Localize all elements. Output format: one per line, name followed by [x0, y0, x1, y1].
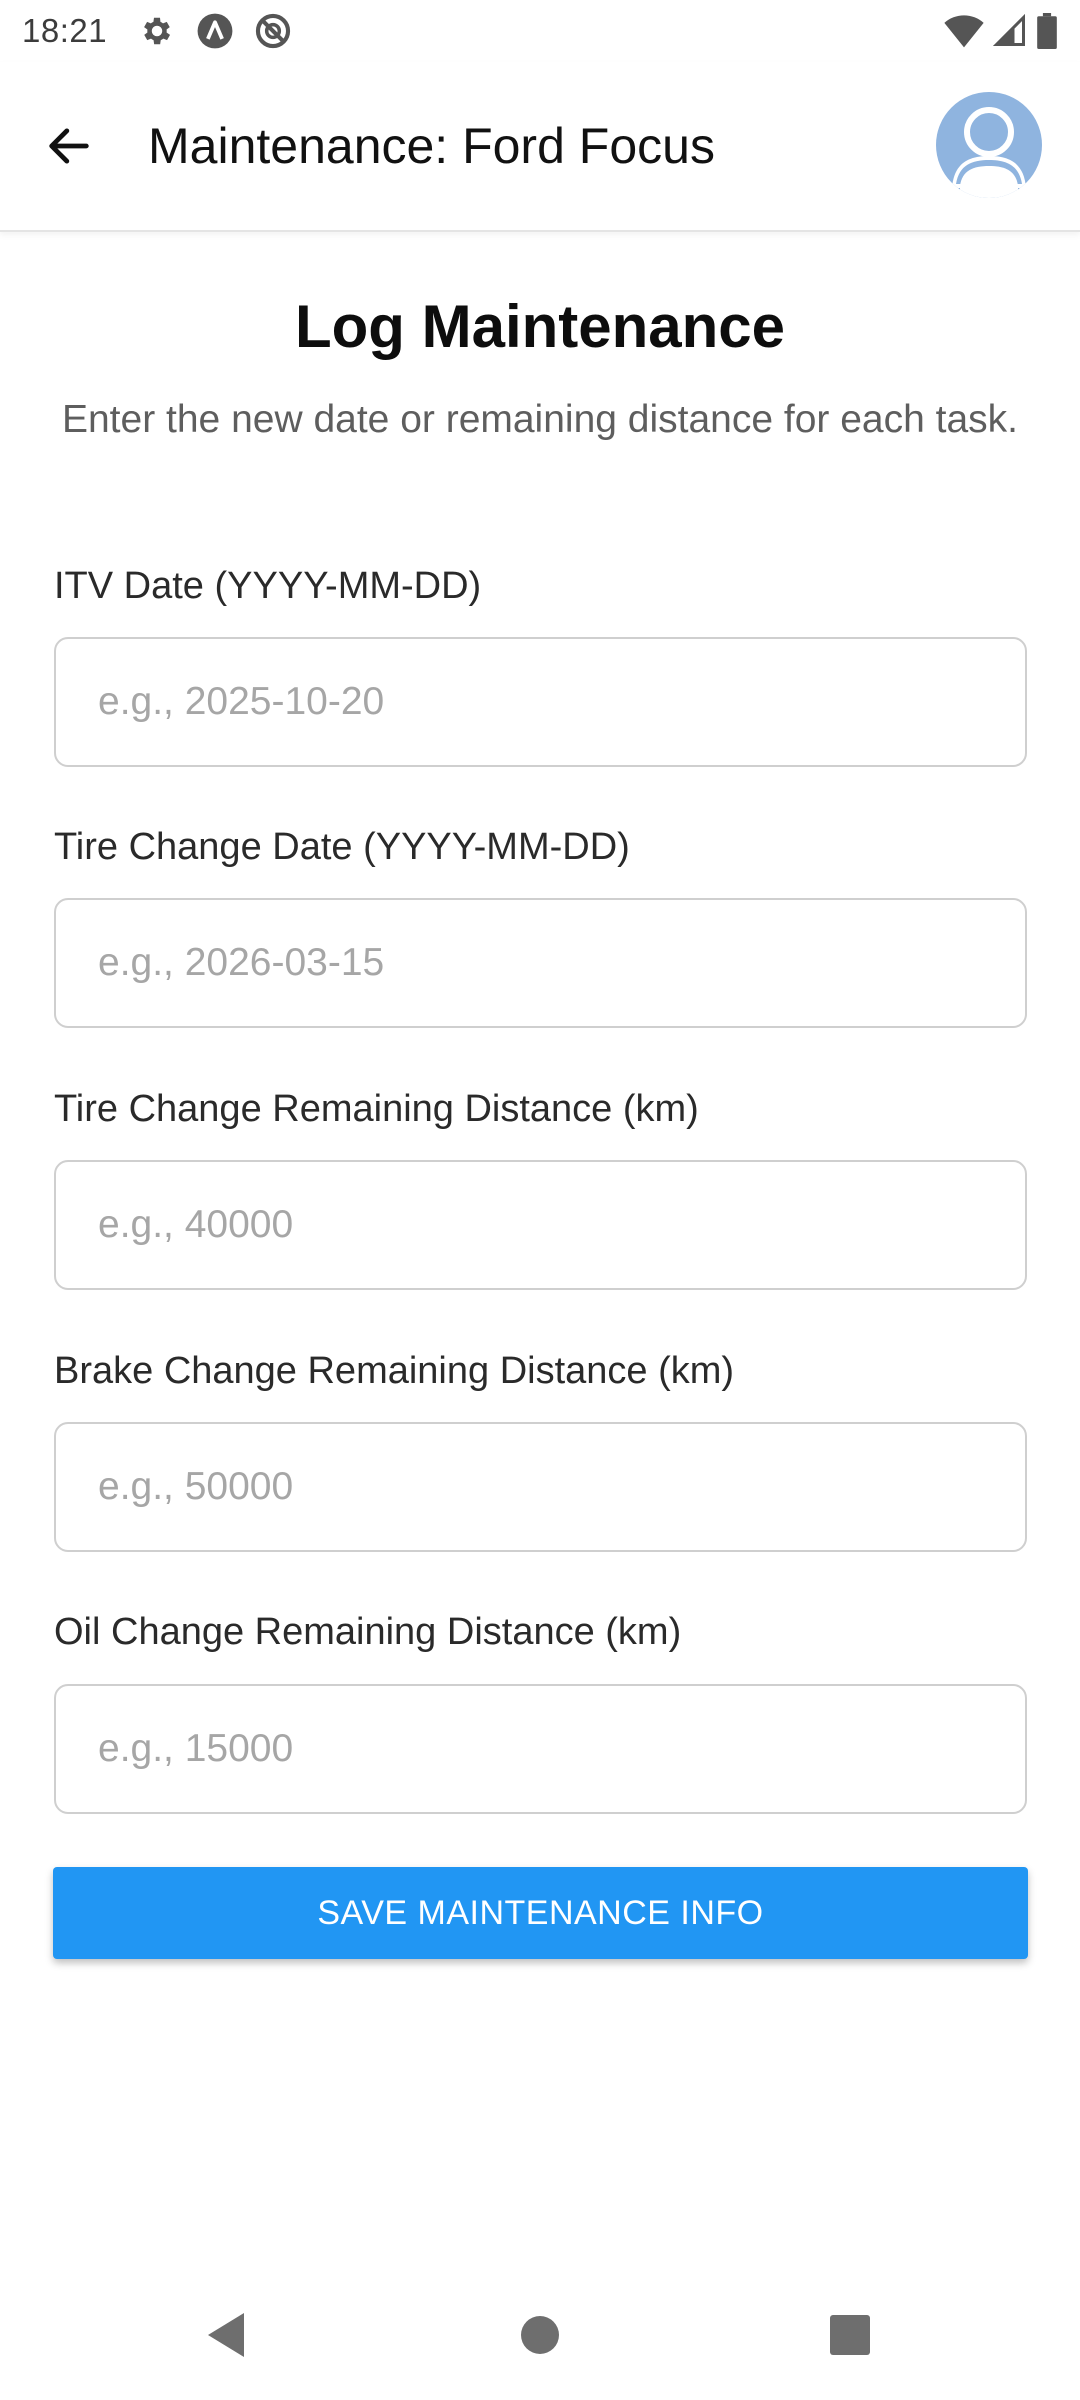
back-button[interactable] — [24, 101, 114, 191]
user-avatar-icon — [952, 107, 1026, 198]
itv-date-input[interactable] — [54, 637, 1027, 767]
screen: 18:21 Maintenance: Ford Focus Log Mainte… — [0, 0, 1080, 2400]
back-triangle-icon — [208, 2313, 244, 2357]
page-title: Maintenance: Ford Focus — [148, 118, 715, 174]
system-nav-bar — [0, 2270, 1080, 2400]
arrow-left-icon — [49, 128, 89, 164]
form-subtitle: Enter the new date or remaining distance… — [61, 398, 1019, 441]
tire-change-distance-label: Tire Change Remaining Distance (km) — [54, 1088, 699, 1130]
save-maintenance-button[interactable]: SAVE MAINTENANCE INFO — [53, 1867, 1028, 1959]
itv-date-label: ITV Date (YYYY-MM-DD) — [54, 565, 482, 607]
status-time: 18:21 — [22, 12, 108, 49]
signal-icon — [992, 13, 1028, 49]
wifi-icon — [944, 13, 984, 49]
brake-change-distance-label: Brake Change Remaining Distance (km) — [54, 1350, 735, 1392]
nav-home-button[interactable] — [490, 2285, 590, 2385]
oil-change-distance-label: Oil Change Remaining Distance (km) — [54, 1611, 682, 1653]
status-bar: 18:21 — [0, 0, 1080, 62]
nav-back-button[interactable] — [176, 2285, 276, 2385]
home-circle-icon — [521, 2316, 559, 2354]
app-bar: Maintenance: Ford Focus — [0, 62, 1080, 232]
tire-change-distance-input[interactable] — [54, 1160, 1027, 1290]
gear-icon — [137, 11, 177, 51]
sync-off-icon — [253, 11, 293, 51]
status-notification-icons — [137, 11, 293, 51]
form-title: Log Maintenance — [294, 293, 786, 360]
battery-icon — [1036, 13, 1058, 49]
oil-change-distance-input[interactable] — [54, 1684, 1027, 1814]
recents-square-icon — [830, 2315, 870, 2355]
tire-change-date-input[interactable] — [54, 898, 1027, 1028]
status-system-icons — [944, 13, 1058, 49]
tire-change-date-label: Tire Change Date (YYYY-MM-DD) — [54, 826, 630, 868]
avatar[interactable] — [936, 92, 1042, 198]
nav-recents-button[interactable] — [800, 2285, 900, 2385]
a-icon — [195, 11, 235, 51]
brake-change-distance-input[interactable] — [54, 1422, 1027, 1552]
